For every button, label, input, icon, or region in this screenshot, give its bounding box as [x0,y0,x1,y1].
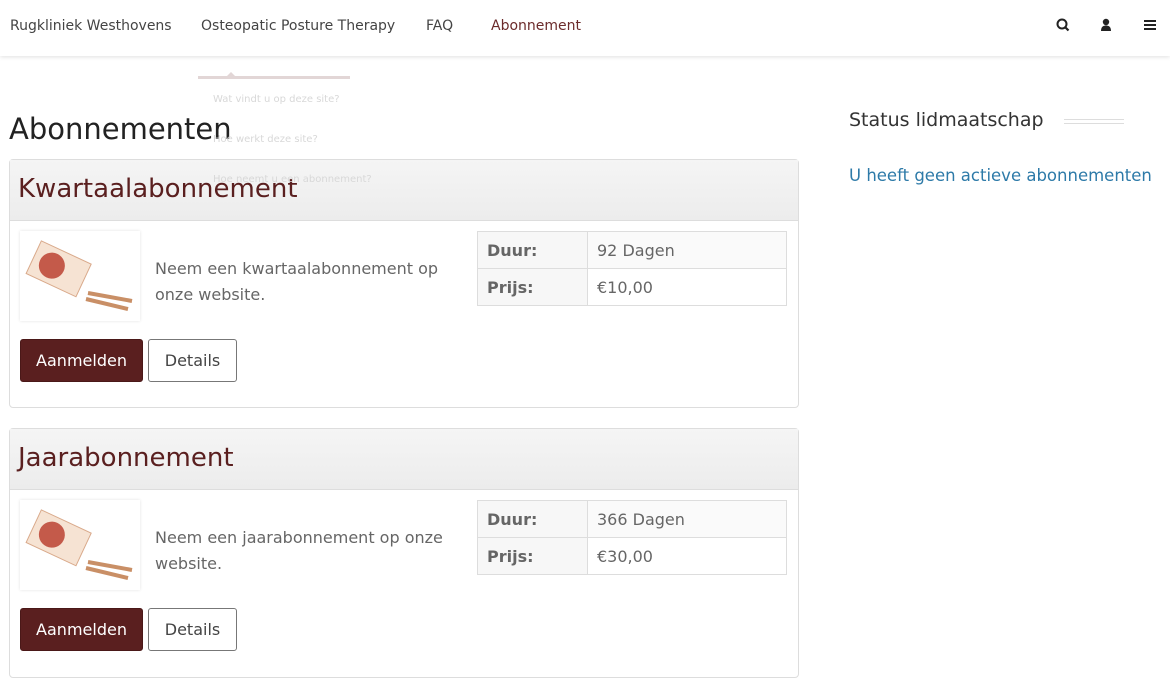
price-label: Prijs: [477,537,588,575]
subscription-title: Jaarabonnement [10,429,798,490]
details-button[interactable]: Details [148,339,237,382]
price-label: Prijs: [477,268,588,306]
menu-icon[interactable] [1142,16,1158,34]
duration-value: 366 Dagen [587,500,787,538]
duration-value: 92 Dagen [587,231,787,269]
brand-link[interactable]: Rugkliniek Westhovens [10,18,172,34]
subscription-panel: Kwartaalabonnement Neem een kwartaalabon… [9,159,799,408]
key-tag-image [20,500,140,590]
dropdown-top-bar [198,76,350,79]
details-button[interactable]: Details [148,608,237,651]
subscription-title: Kwartaalabonnement [10,160,798,221]
page-title: Abonnementen [9,112,232,146]
nav-item-abonnement[interactable]: Abonnement [491,18,581,34]
signup-button[interactable]: Aanmelden [20,608,143,651]
subscription-description: Neem een jaarabonnement op onze website. [155,528,443,573]
duration-label: Duur: [477,231,588,269]
key-tag-image [20,231,140,321]
top-navbar: Rugkliniek Westhovens Osteopatic Posture… [0,0,1170,56]
search-icon[interactable] [1055,16,1071,34]
subscription-description: Neem een kwartaalabonnement op onze webs… [155,259,439,304]
signup-button[interactable]: Aanmelden [20,339,143,382]
nav-item-faq[interactable]: FAQ [426,18,453,34]
sidebar-title-divider [1064,119,1124,124]
price-value: €10,00 [587,268,787,306]
subscription-panel: Jaarabonnement Neem een jaarabonnement o… [9,428,799,678]
price-value: €30,00 [587,537,787,575]
subscription-info-table: Duur: 366 Dagen Prijs: €30,00 [477,500,787,575]
membership-status-link[interactable]: U heeft geen actieve abonnementen [849,166,1152,185]
sidebar-title: Status lidmaatschap [849,109,1044,131]
nav-item-osteopatic[interactable]: Osteopatic Posture Therapy [201,18,395,34]
subscription-info-table: Duur: 92 Dagen Prijs: €10,00 [477,231,787,306]
user-icon[interactable] [1098,16,1114,34]
dropdown-caret [227,72,235,76]
duration-label: Duur: [477,500,588,538]
dropdown-item[interactable]: Wat vindt u op deze site? [213,94,340,105]
